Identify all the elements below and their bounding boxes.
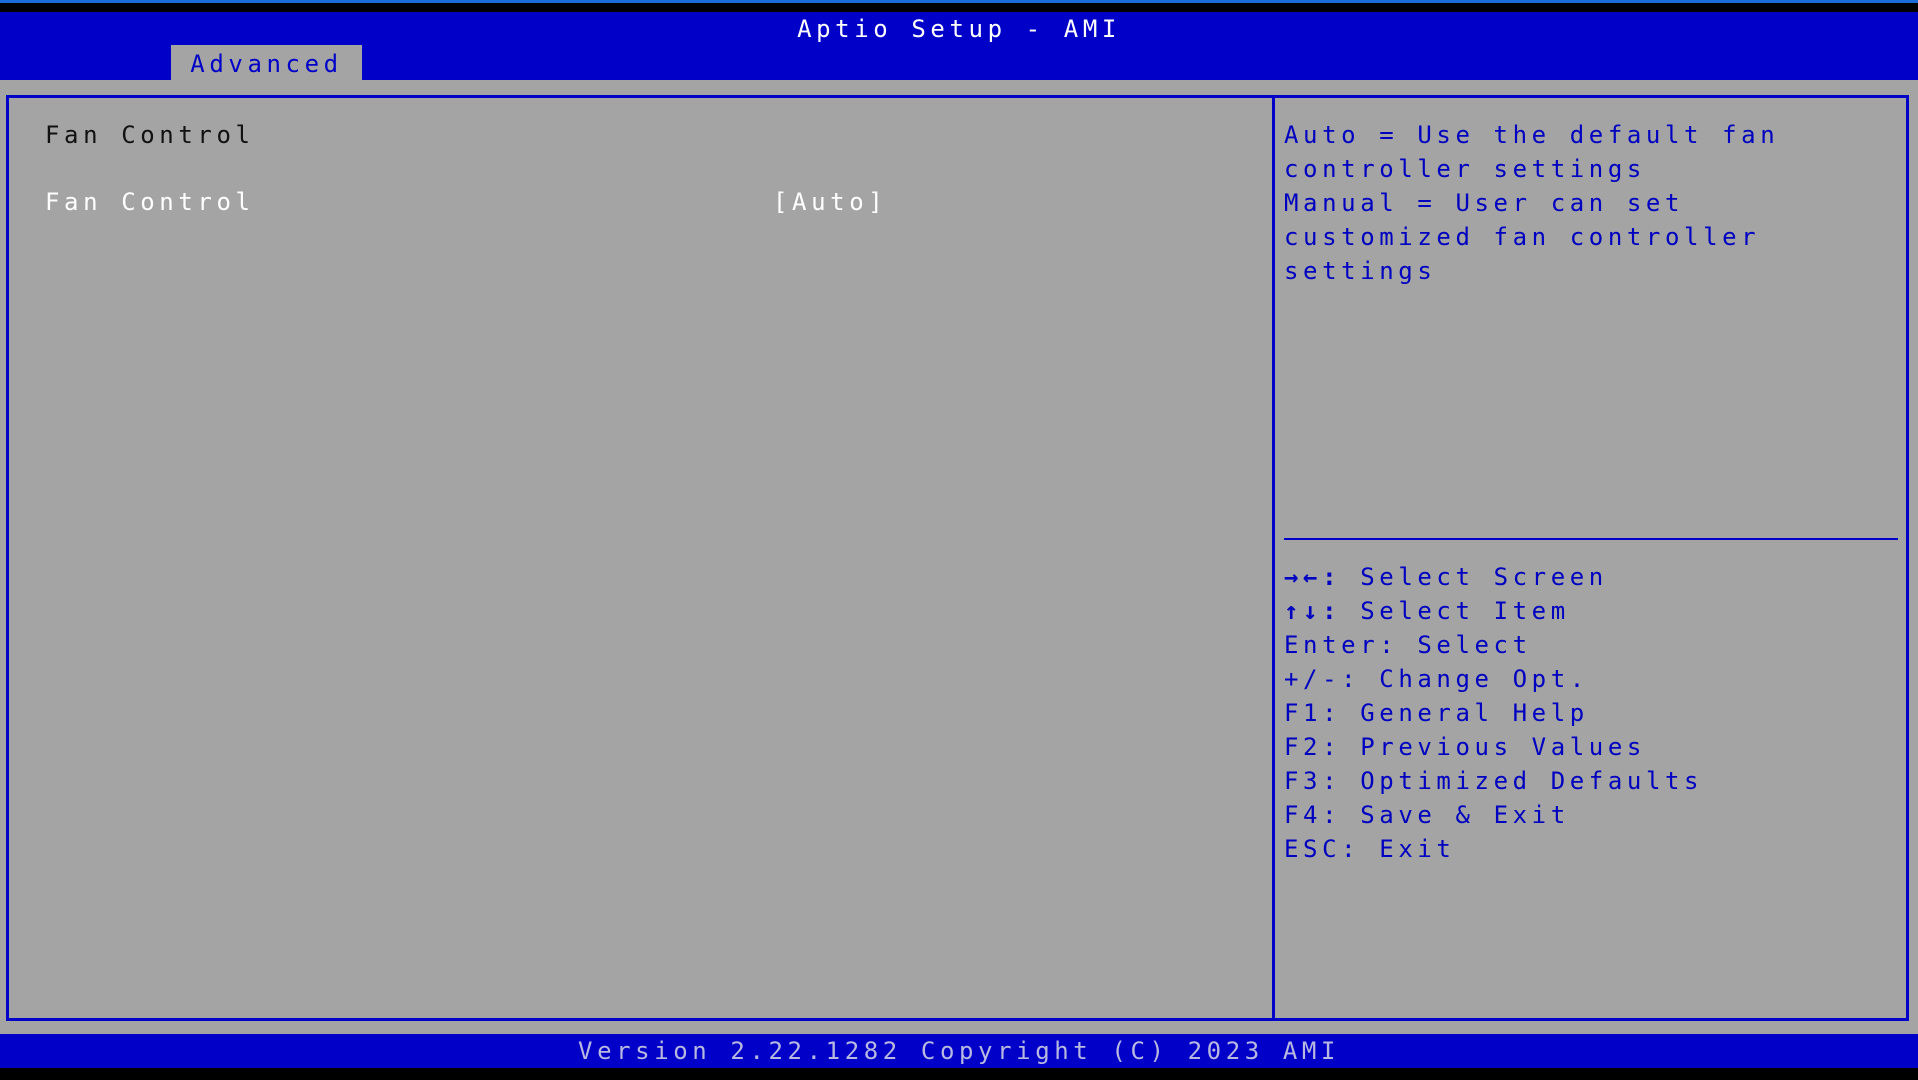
footer-version: Version 2.22.1282 Copyright (C) 2023 AMI <box>0 1034 1918 1068</box>
key-help-list: →←: Select Screen ↑↓: Select Item Enter:… <box>1284 560 1703 866</box>
help-line: customized fan controller <box>1284 223 1761 251</box>
setting-value[interactable]: [Auto] <box>773 185 887 219</box>
section-title: Fan Control <box>45 121 255 149</box>
help-line: controller settings <box>1284 155 1646 183</box>
arrow-left-right-icon: →←: <box>1284 563 1342 591</box>
setting-row-fan-control[interactable]: Fan Control [Auto] <box>9 185 1272 219</box>
help-description: Auto = Use the default fan controller se… <box>1284 118 1779 288</box>
key-help-item: F2: Previous Values <box>1284 733 1646 761</box>
help-line: Auto = Use the default fan <box>1284 121 1780 149</box>
settings-panel: Fan Control Fan Control [Auto] <box>6 95 1275 1021</box>
tab-advanced[interactable]: Advanced <box>171 45 362 80</box>
help-line: Manual = User can set <box>1284 189 1685 217</box>
help-line: settings <box>1284 257 1437 285</box>
key-help-item: →←: Select Screen <box>1284 563 1608 591</box>
key-help-item: ↑↓: Select Item <box>1284 597 1570 625</box>
help-panel: Auto = Use the default fan controller se… <box>1272 95 1909 1021</box>
arrow-up-down-icon: ↑↓: <box>1284 597 1342 625</box>
key-help-item: F1: General Help <box>1284 699 1589 727</box>
setting-label: Fan Control <box>45 188 255 216</box>
top-border <box>0 0 1918 3</box>
key-help-item: F3: Optimized Defaults <box>1284 767 1704 795</box>
help-divider <box>1284 538 1898 540</box>
key-help-item: +/-: Change Opt. <box>1284 665 1589 693</box>
key-help-item: Enter: Select <box>1284 631 1532 659</box>
window-title: Aptio Setup - AMI <box>797 15 1121 43</box>
key-help-item: ESC: Exit <box>1284 835 1456 863</box>
key-help-item: F4: Save & Exit <box>1284 801 1570 829</box>
